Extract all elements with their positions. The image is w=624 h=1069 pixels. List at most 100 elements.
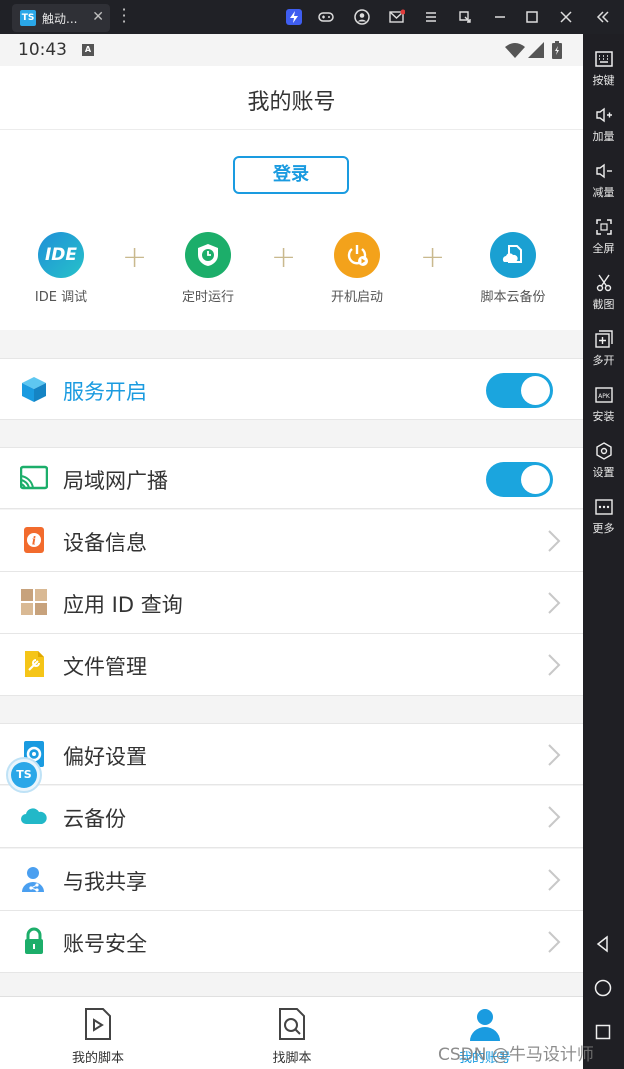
page-title: 我的账号 — [247, 90, 336, 115]
file-manager-row[interactable]: 文件管理 — [0, 634, 583, 696]
recents-icon[interactable] — [593, 1022, 613, 1042]
clock-shield-icon — [185, 232, 231, 278]
plus-icon: + — [420, 240, 446, 275]
svg-text:APK: APK — [598, 393, 611, 400]
volume-down-icon — [595, 163, 612, 179]
fullscreen-icon — [595, 219, 612, 235]
lan-broadcast-row[interactable]: 局域网广播 — [0, 447, 583, 509]
service-toggle[interactable] — [486, 373, 553, 408]
settings-button[interactable]: 设置 — [583, 441, 624, 491]
volume-up-button[interactable]: 加量 — [583, 105, 624, 155]
menu-icon[interactable] — [423, 9, 439, 25]
app-tab[interactable]: TS 触动... ✕ — [12, 4, 110, 32]
nav-find-scripts[interactable]: 找脚本 — [232, 1007, 352, 1066]
script-play-icon — [85, 1008, 111, 1040]
lan-broadcast-toggle[interactable] — [486, 462, 553, 497]
kebab-menu-icon[interactable]: · · · — [120, 2, 128, 30]
maximize-icon[interactable] — [524, 9, 540, 25]
search-file-icon — [279, 1008, 305, 1040]
shared-with-me-row[interactable]: 与我共享 — [0, 849, 583, 911]
multi-open-button[interactable]: 多开 — [583, 329, 624, 379]
gamepad-icon[interactable] — [318, 9, 334, 25]
keyboard-icon — [594, 51, 613, 67]
feature-cloud-backup[interactable]: 脚本云备份 — [463, 232, 563, 305]
close-icon[interactable] — [558, 9, 574, 25]
app-logo-icon: TS — [20, 10, 36, 26]
feature-ide-label: IDE 调试 — [34, 290, 88, 305]
user-circle-icon[interactable] — [354, 9, 370, 25]
wifi-icon — [505, 43, 525, 58]
account-security-label: 账号安全 — [63, 932, 147, 956]
bolt-icon[interactable] — [286, 9, 302, 25]
preferences-row[interactable]: 偏好设置 — [0, 723, 583, 785]
account-security-row[interactable]: 账号安全 — [0, 911, 583, 973]
chevron-right-icon — [548, 530, 561, 552]
apk-install-icon: APK — [594, 387, 613, 403]
login-section: 登录 IDE IDE 调试 + 定时运行 + 开机启动 + 脚本云备份 — [0, 130, 583, 330]
user-icon — [470, 1009, 500, 1041]
share-user-icon — [22, 867, 44, 892]
mail-icon[interactable] — [389, 9, 405, 25]
cloud-file-icon — [490, 232, 536, 278]
app-id-query-label: 应用 ID 查询 — [63, 593, 183, 617]
feature-scheduled-run[interactable]: 定时运行 — [158, 232, 258, 305]
cube-icon — [22, 377, 46, 402]
service-label: 服务开启 — [63, 380, 147, 404]
minimize-icon[interactable] — [492, 9, 508, 25]
screenshot-button[interactable]: 截图 — [583, 273, 624, 323]
settings-label: 设置 — [592, 466, 615, 479]
feature-scheduled-label: 定时运行 — [181, 290, 234, 305]
lock-icon — [25, 927, 43, 954]
keyboard-button[interactable]: 按键 — [583, 49, 624, 99]
nav-find-scripts-label: 找脚本 — [272, 1051, 312, 1066]
fullscreen-label: 全屏 — [592, 242, 615, 255]
volume-up-label: 加量 — [592, 130, 615, 143]
feature-cloud-label: 脚本云备份 — [480, 290, 546, 305]
tab-close-icon[interactable]: ✕ — [92, 9, 104, 25]
preferences-label: 偏好设置 — [63, 745, 147, 769]
cloud-backup-label: 云备份 — [63, 807, 126, 831]
multi-open-icon — [594, 330, 613, 348]
fullscreen-button[interactable]: 全屏 — [583, 217, 624, 267]
floating-ts-button[interactable]: TS — [6, 757, 42, 793]
home-icon[interactable] — [593, 978, 613, 998]
login-button[interactable]: 登录 — [233, 156, 349, 194]
cast-icon — [20, 465, 48, 490]
nav-my-scripts[interactable]: 我的脚本 — [38, 1007, 158, 1066]
apk-install-label: 安装 — [592, 410, 615, 423]
volume-down-label: 减量 — [592, 186, 615, 199]
chevron-right-icon — [548, 592, 561, 614]
volume-down-button[interactable]: 减量 — [583, 161, 624, 211]
file-manager-label: 文件管理 — [63, 655, 147, 679]
multi-open-label: 多开 — [592, 354, 615, 367]
chevron-right-icon — [548, 869, 561, 891]
lan-broadcast-label: 局域网广播 — [63, 469, 168, 493]
device-info-row[interactable]: i 设备信息 — [0, 510, 583, 572]
chevron-right-icon — [548, 806, 561, 828]
status-bar: 10:43 A — [0, 34, 583, 66]
apk-install-button[interactable]: APK 安装 — [583, 385, 624, 435]
phone-screen: 10:43 A 我的账号 登录 IDE IDE 调试 + 定时运行 + 开机启动… — [0, 34, 583, 1069]
volume-up-icon — [595, 107, 612, 123]
app-id-query-row[interactable]: 应用 ID 查询 — [0, 572, 583, 634]
device-info-icon: i — [24, 527, 44, 553]
back-icon[interactable] — [593, 934, 613, 954]
feature-ide-debug[interactable]: IDE IDE 调试 — [11, 232, 111, 305]
chevron-right-icon — [548, 654, 561, 676]
emulator-titlebar: TS 触动... ✕ · · · — [0, 0, 624, 34]
ts-logo-icon: TS — [11, 762, 37, 788]
more-button[interactable]: 更多 — [583, 497, 624, 547]
collapse-icon[interactable] — [595, 9, 611, 25]
popout-icon[interactable] — [457, 9, 473, 25]
device-info-label: 设备信息 — [63, 531, 147, 555]
file-icon — [25, 651, 44, 677]
svg-text:i: i — [32, 535, 36, 548]
feature-boot-start[interactable]: 开机启动 — [307, 232, 407, 305]
plus-icon: + — [271, 240, 297, 275]
emulator-side-panel: 按键 加量 减量 全屏 截图 多开 APK 安装 设置 更多 — [583, 34, 624, 1069]
emulator-window: TS 触动... ✕ · · · 按键 加量 减量 全屏 截图 多开 APK 安… — [0, 0, 624, 1069]
chevron-right-icon — [548, 744, 561, 766]
service-row[interactable]: 服务开启 — [0, 358, 583, 420]
cloud-backup-row[interactable]: 云备份 — [0, 786, 583, 848]
status-time: 10:43 — [18, 40, 67, 60]
